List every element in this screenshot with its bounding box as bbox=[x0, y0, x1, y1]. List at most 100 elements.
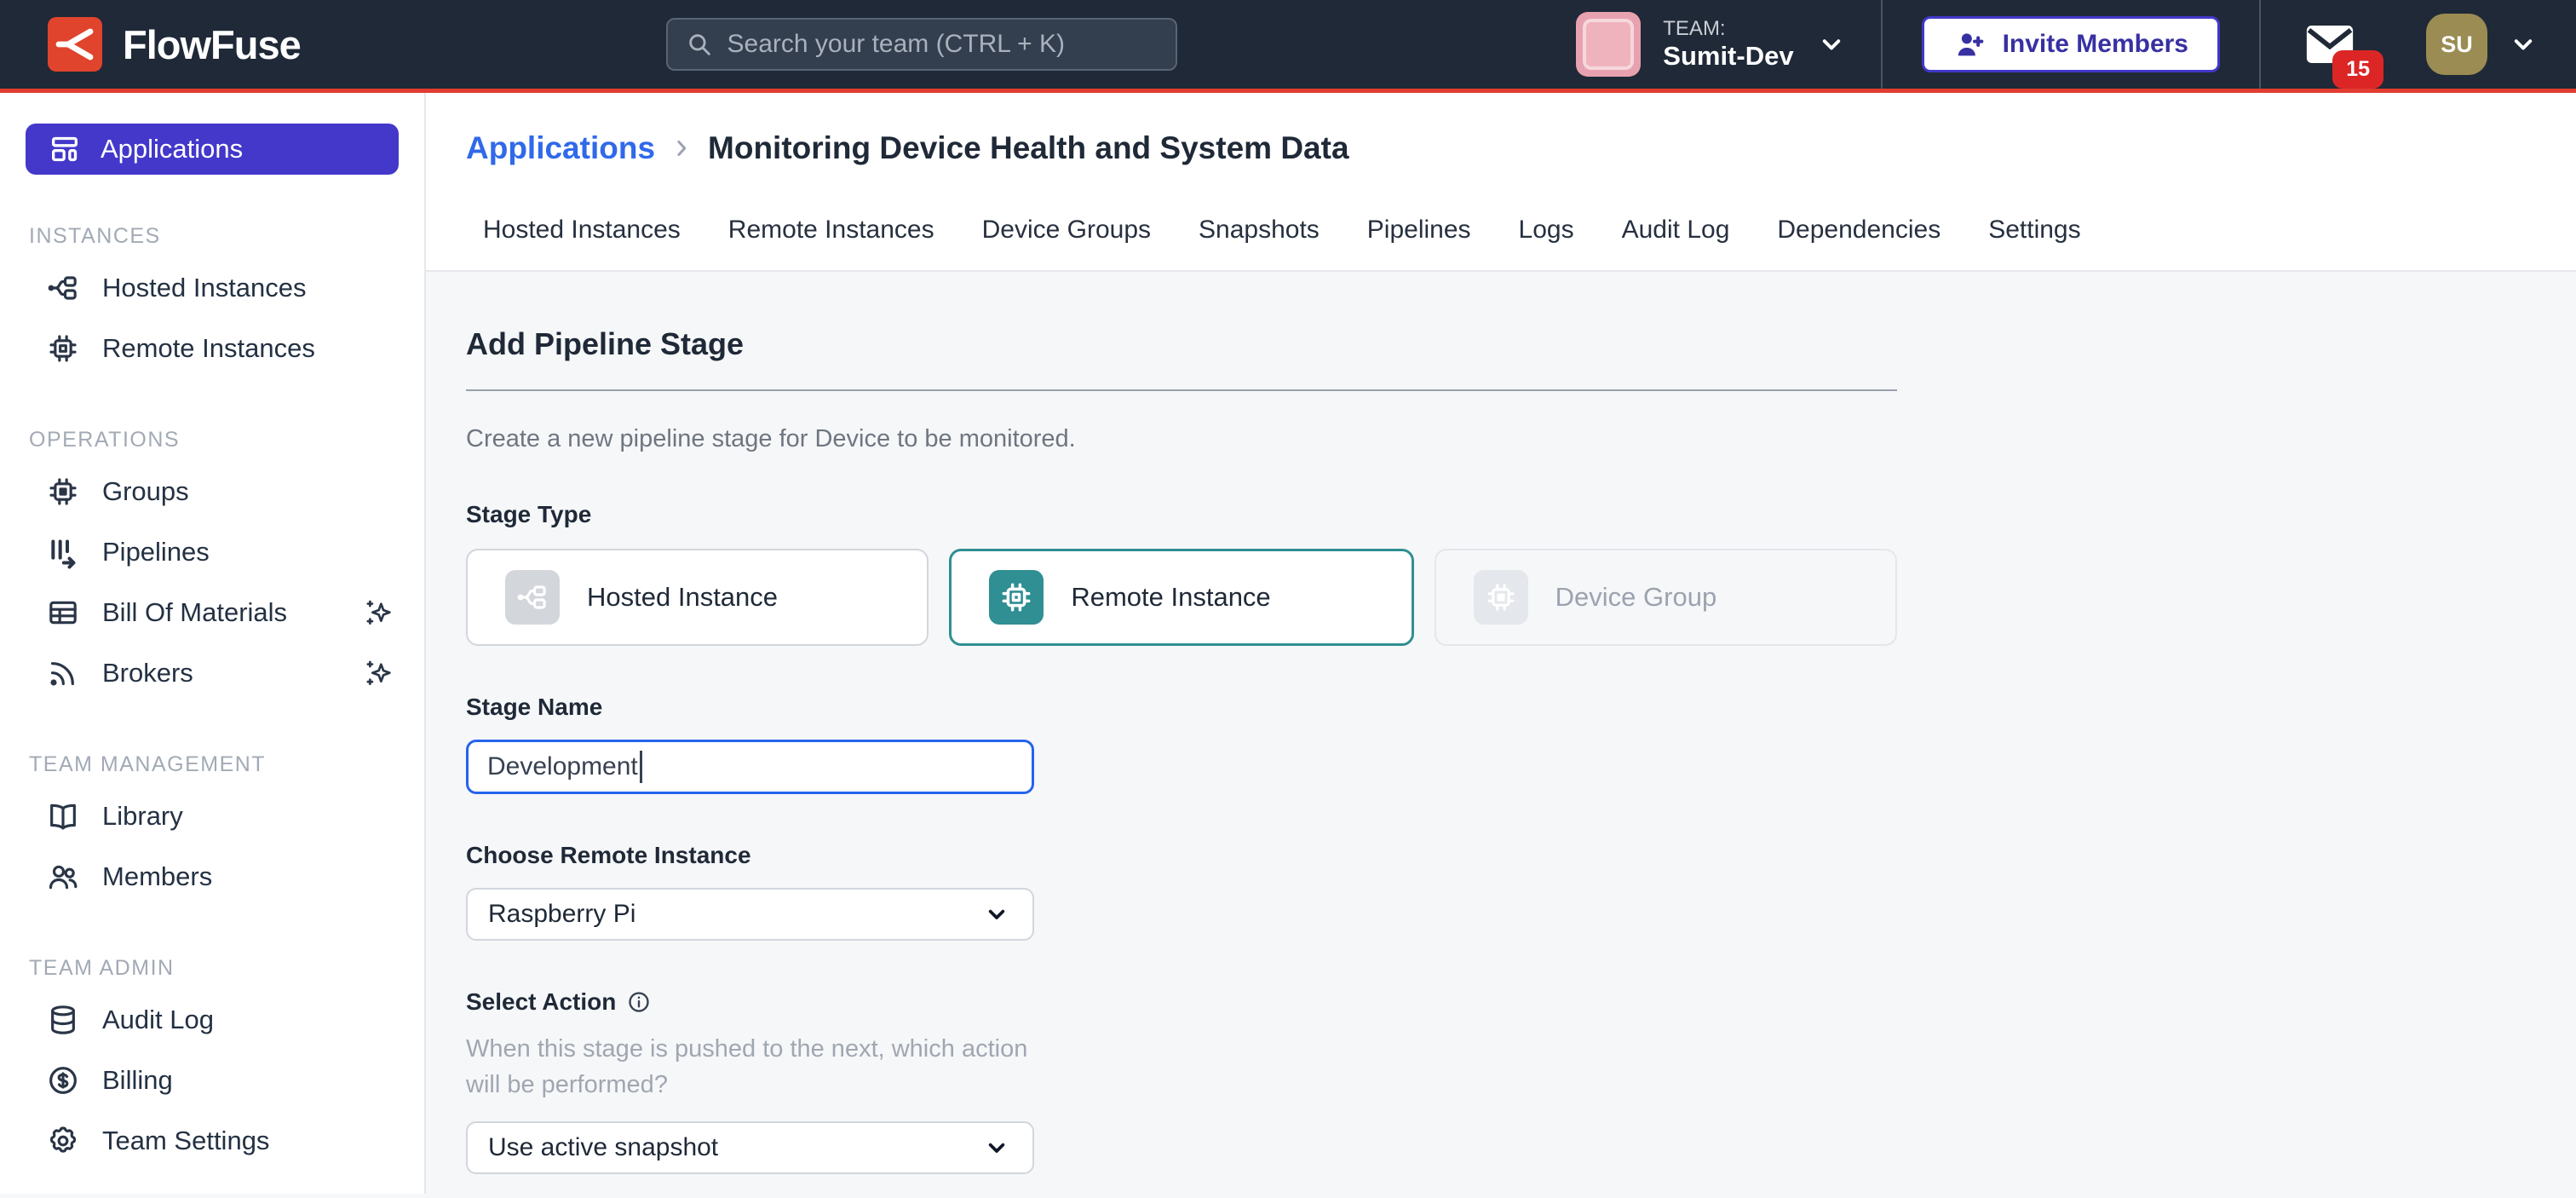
select-action-help: When this stage is pushed to the next, w… bbox=[466, 1031, 1062, 1103]
pipelines-icon bbox=[46, 535, 80, 569]
stage-name-label: Stage Name bbox=[466, 694, 1897, 721]
search-icon bbox=[685, 30, 714, 59]
dollar-circle-icon bbox=[46, 1063, 80, 1097]
text-cursor bbox=[640, 751, 642, 783]
sidebar-item-label: Team Settings bbox=[102, 1126, 269, 1156]
gear-icon bbox=[46, 1124, 80, 1158]
sidebar-section-instances: INSTANCES bbox=[29, 224, 399, 249]
device-group-icon bbox=[1474, 570, 1528, 625]
form-title: Add Pipeline Stage bbox=[466, 326, 1897, 362]
stage-name-value: Development bbox=[487, 752, 638, 781]
stage-type-remote-instance[interactable]: Remote Instance bbox=[949, 549, 1413, 646]
device-group-icon bbox=[46, 475, 80, 509]
user-avatar[interactable]: SU bbox=[2426, 14, 2487, 75]
broker-rss-icon bbox=[46, 656, 80, 690]
sidebar-section-team-management: TEAM MANAGEMENT bbox=[29, 752, 399, 777]
sidebar-item-groups[interactable]: Groups bbox=[26, 461, 399, 521]
tab-pipelines[interactable]: Pipelines bbox=[1367, 216, 1471, 245]
cpu-chip-icon bbox=[46, 331, 80, 366]
sidebar-item-audit-log[interactable]: Audit Log bbox=[26, 989, 399, 1050]
select-action-label: Select Action bbox=[466, 988, 616, 1016]
tab-settings[interactable]: Settings bbox=[1988, 216, 2080, 245]
remote-instance-select[interactable]: Raspberry Pi bbox=[466, 888, 1034, 941]
sidebar-item-team-settings[interactable]: Team Settings bbox=[26, 1110, 399, 1171]
navbar-divider bbox=[1881, 0, 1883, 89]
sidebar: Applications INSTANCES Hosted Instances … bbox=[0, 93, 426, 1194]
sidebar-item-pipelines[interactable]: Pipelines bbox=[26, 521, 399, 582]
breadcrumb: Applications Monitoring Device Health an… bbox=[466, 130, 2576, 166]
cpu-chip-icon bbox=[989, 570, 1044, 625]
tab-dependencies[interactable]: Dependencies bbox=[1777, 216, 1941, 245]
chevron-down-icon bbox=[1816, 29, 1847, 60]
team-name: Sumit-Dev bbox=[1663, 41, 1793, 72]
sidebar-item-label: Hosted Instances bbox=[102, 273, 307, 303]
content-area: Add Pipeline Stage Create a new pipeline… bbox=[426, 272, 2576, 1198]
book-icon bbox=[46, 799, 80, 833]
notification-count-badge: 15 bbox=[2332, 50, 2383, 89]
sidebar-item-label: Library bbox=[102, 801, 183, 832]
info-icon[interactable] bbox=[626, 989, 652, 1015]
application-tabs: Hosted Instances Remote Instances Device… bbox=[483, 216, 2576, 270]
action-select[interactable]: Use active snapshot bbox=[466, 1121, 1034, 1174]
stage-type-label: Stage Type bbox=[466, 501, 1897, 528]
table-icon bbox=[46, 596, 80, 630]
chevron-down-icon bbox=[983, 901, 1010, 928]
notifications-button[interactable]: 15 bbox=[2303, 22, 2356, 66]
card-label: Hosted Instance bbox=[587, 582, 778, 613]
form-description: Create a new pipeline stage for Device t… bbox=[466, 425, 1897, 453]
tab-snapshots[interactable]: Snapshots bbox=[1199, 216, 1320, 245]
tab-audit-log[interactable]: Audit Log bbox=[1622, 216, 1730, 245]
sidebar-item-label: Brokers bbox=[102, 658, 341, 688]
card-label: Remote Instance bbox=[1071, 582, 1270, 613]
sidebar-item-remote-instances[interactable]: Remote Instances bbox=[26, 318, 399, 378]
stage-type-hosted-instance[interactable]: Hosted Instance bbox=[466, 549, 929, 646]
team-selector[interactable]: TEAM: Sumit-Dev bbox=[1542, 0, 1880, 89]
database-icon bbox=[46, 1003, 80, 1037]
page-title: Monitoring Device Health and System Data bbox=[708, 130, 1349, 166]
hosted-instances-icon bbox=[505, 570, 560, 625]
sidebar-item-bill-of-materials[interactable]: Bill Of Materials bbox=[26, 582, 399, 642]
top-navbar: FlowFuse TEAM: Sumit-Dev Invite Members bbox=[0, 0, 2576, 93]
tab-logs[interactable]: Logs bbox=[1519, 216, 1574, 245]
sidebar-section-team-admin: TEAM ADMIN bbox=[29, 956, 399, 981]
brand-name: FlowFuse bbox=[123, 21, 301, 68]
sparkles-icon bbox=[363, 596, 395, 629]
sidebar-item-members[interactable]: Members bbox=[26, 846, 399, 907]
sidebar-item-brokers[interactable]: Brokers bbox=[26, 642, 399, 703]
invite-members-label: Invite Members bbox=[2003, 30, 2188, 59]
add-pipeline-stage-form: Add Pipeline Stage Create a new pipeline… bbox=[466, 326, 1897, 1198]
user-plus-icon bbox=[1953, 27, 1987, 61]
remote-instance-label: Choose Remote Instance bbox=[466, 842, 1897, 869]
breadcrumb-applications-link[interactable]: Applications bbox=[466, 130, 655, 166]
chevron-right-icon bbox=[669, 135, 694, 161]
sparkles-icon bbox=[363, 657, 395, 689]
action-value: Use active snapshot bbox=[488, 1133, 718, 1162]
stage-type-options: Hosted Instance Remote Instance Device G… bbox=[466, 549, 1897, 646]
chevron-down-icon bbox=[983, 1134, 1010, 1161]
users-icon bbox=[46, 860, 80, 894]
search-input[interactable] bbox=[727, 30, 1159, 59]
sidebar-item-label: Applications bbox=[101, 134, 243, 164]
sidebar-item-label: Members bbox=[102, 861, 212, 892]
sidebar-item-hosted-instances[interactable]: Hosted Instances bbox=[26, 257, 399, 318]
tab-remote-instances[interactable]: Remote Instances bbox=[728, 216, 934, 245]
sidebar-section-operations: OPERATIONS bbox=[29, 428, 399, 452]
team-search-box[interactable] bbox=[666, 18, 1177, 71]
sidebar-item-label: Groups bbox=[102, 476, 189, 507]
sidebar-item-applications[interactable]: Applications bbox=[26, 124, 399, 175]
tab-hosted-instances[interactable]: Hosted Instances bbox=[483, 216, 681, 245]
team-avatar bbox=[1576, 12, 1641, 77]
sidebar-item-label: Billing bbox=[102, 1065, 173, 1096]
sidebar-item-billing[interactable]: Billing bbox=[26, 1050, 399, 1110]
stage-name-input[interactable]: Development bbox=[466, 740, 1034, 794]
navbar-divider bbox=[2259, 0, 2261, 89]
flowfuse-logo-icon bbox=[48, 17, 102, 72]
sidebar-item-library[interactable]: Library bbox=[26, 786, 399, 846]
flowfuse-logo[interactable]: FlowFuse bbox=[48, 17, 301, 72]
tab-device-groups[interactable]: Device Groups bbox=[982, 216, 1151, 245]
select-action-label-row: Select Action bbox=[466, 988, 1897, 1016]
invite-members-button[interactable]: Invite Members bbox=[1922, 16, 2220, 72]
sidebar-item-label: Bill Of Materials bbox=[102, 597, 341, 628]
card-label: Device Group bbox=[1555, 582, 1717, 613]
chevron-down-icon[interactable] bbox=[2508, 29, 2539, 60]
